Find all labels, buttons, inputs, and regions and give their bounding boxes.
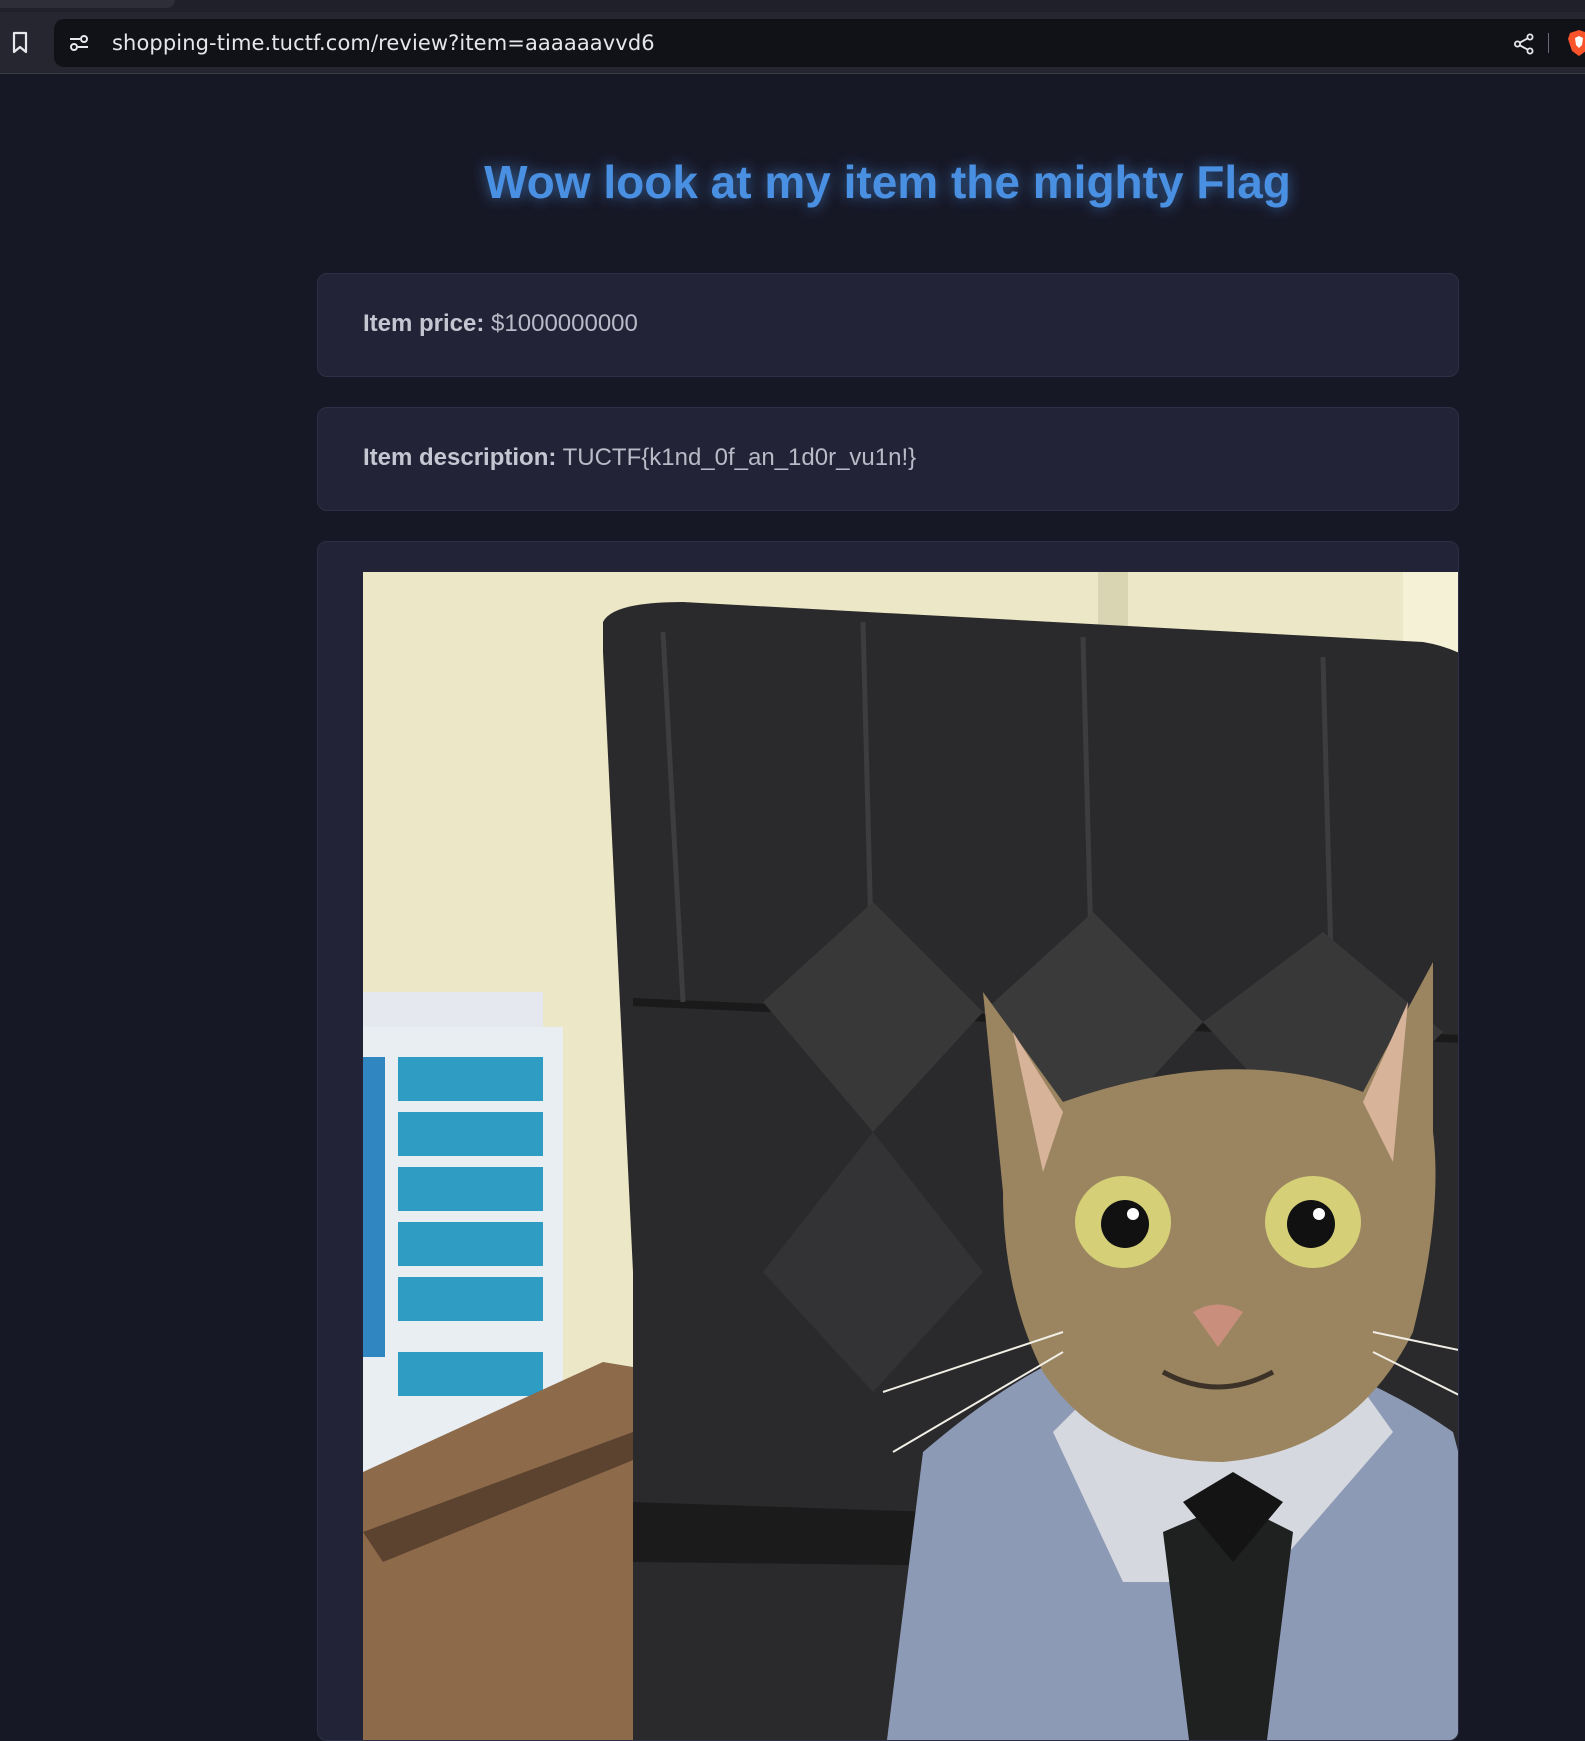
shields-button[interactable] [1566, 29, 1585, 57]
price-card: Item price: $1000000000 [317, 273, 1459, 377]
page-content: Wow look at my item the mighty Flag Item… [0, 75, 1585, 1741]
price-value: $1000000000 [491, 310, 638, 337]
price-field: Item price: $1000000000 [363, 310, 638, 338]
description-label: Item description: [363, 444, 557, 471]
description-value: TUCTF{k1nd_0f_an_1d0r_vu1n!} [562, 444, 917, 471]
url-text[interactable]: shopping-time.tuctf.com/review?item=aaaa… [112, 31, 655, 55]
item-photo [363, 572, 1458, 1740]
description-field: Item description: TUCTF{k1nd_0f_an_1d0r_… [363, 444, 916, 472]
active-tab-edge[interactable] [0, 0, 175, 8]
address-bar-separator [1548, 33, 1549, 53]
tab-strip [0, 0, 1585, 12]
description-card: Item description: TUCTF{k1nd_0f_an_1d0r_… [317, 407, 1459, 511]
page-title: Wow look at my item the mighty Flag [484, 156, 1291, 208]
image-card [317, 541, 1459, 1741]
brave-shield-icon [1568, 30, 1585, 56]
bookmark-button[interactable] [8, 28, 32, 58]
site-info-button[interactable] [66, 31, 92, 55]
bookmark-icon [12, 31, 28, 54]
share-icon [1514, 33, 1534, 55]
site-settings-icon [70, 35, 88, 51]
address-bar[interactable]: shopping-time.tuctf.com/review?item=aaaa… [54, 19, 1585, 67]
price-label: Item price: [363, 310, 485, 337]
browser-toolbar: shopping-time.tuctf.com/review?item=aaaa… [0, 12, 1585, 74]
share-button[interactable] [1511, 31, 1537, 57]
